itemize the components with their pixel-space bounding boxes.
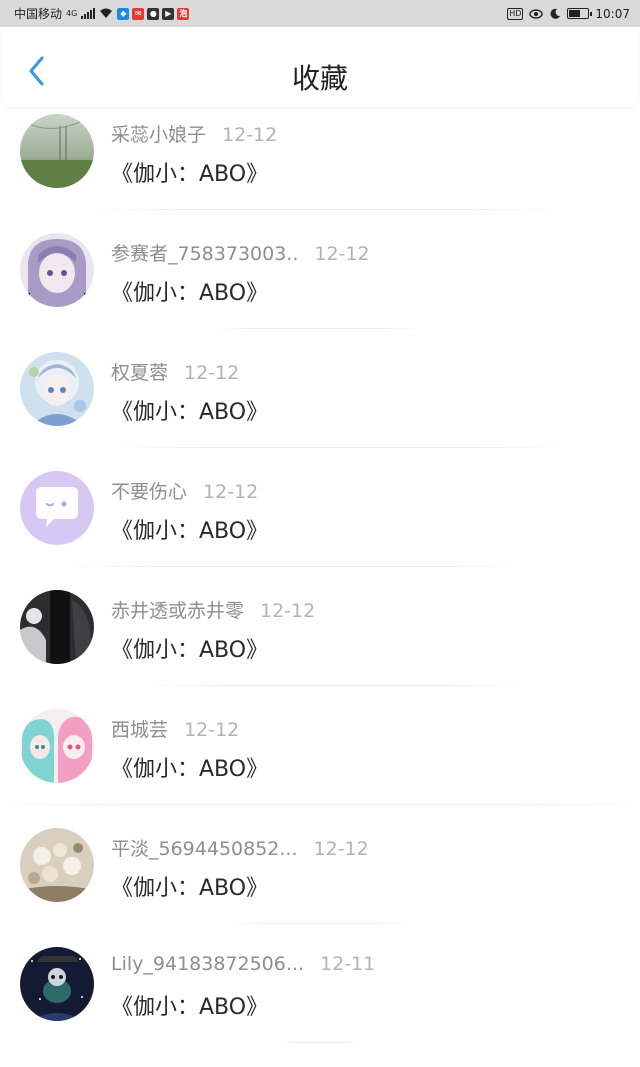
favorite-date: 12-12: [203, 481, 259, 503]
status-bar: 中国移动 4G ◆ ✉ ● ▶ 泡 HD 10:07: [0, 0, 640, 27]
red-app-icon: ✉: [132, 7, 145, 20]
username: 权夏蓉: [111, 362, 169, 384]
username: 西城芸: [111, 719, 169, 741]
item-meta: 不要伤心 12-12: [111, 477, 258, 504]
item-meta: 权夏蓉 12-12: [111, 358, 239, 385]
book-title[interactable]: 《伽小：ABO》: [111, 989, 268, 1021]
page-title: 收藏: [291, 62, 348, 95]
favorite-date: 12-12: [260, 600, 316, 622]
row-divider: [230, 923, 410, 924]
favorite-date: 12-12: [313, 838, 369, 860]
favorite-date: 12-11: [319, 953, 376, 975]
book-title[interactable]: 《伽小：ABO》: [111, 156, 268, 188]
moon-icon: [549, 8, 561, 20]
username: Lily_94183872506...: [111, 953, 304, 975]
shield-app-icon: ◆: [117, 7, 130, 20]
user-avatar[interactable]: [20, 352, 94, 426]
row-divider: [70, 566, 520, 567]
book-title[interactable]: 《伽小：ABO》: [111, 275, 268, 307]
network-label: 4G: [66, 9, 78, 18]
row-divider: [90, 209, 560, 210]
favorite-list-item[interactable]: 参赛者_758373003.. 12-12 《伽小：ABO》: [0, 227, 640, 346]
row-divider: [280, 1042, 360, 1043]
favorites-list: 采蕊小娘子 12-12 《伽小：ABO》 参赛者_758373003.. 12-12 《伽…: [0, 108, 640, 1060]
user-avatar[interactable]: [20, 590, 94, 664]
favorite-date: 12-12: [314, 243, 370, 265]
favorite-list-item[interactable]: 权夏蓉 12-12 《伽小：ABO》: [0, 346, 640, 465]
wifi-icon: [99, 8, 113, 19]
username: 不要伤心: [111, 481, 188, 503]
signal-icon: [81, 8, 96, 19]
item-meta: 采蕊小娘子 12-12: [111, 120, 277, 147]
status-app-icons: ◆ ✉ ● ▶ 泡: [117, 7, 190, 20]
item-meta: 赤井透或赤井零 12-12: [111, 596, 315, 623]
hd-badge: HD: [507, 7, 524, 20]
wechat-icon: ●: [147, 7, 160, 20]
favorite-date: 12-12: [184, 719, 240, 741]
partial-avatar: [38, 956, 78, 962]
clock-time: 10:07: [595, 6, 630, 21]
user-avatar[interactable]: [20, 114, 94, 188]
status-left: 中国移动 4G ◆ ✉ ● ▶ 泡: [14, 5, 190, 22]
favorite-date: 12-12: [222, 124, 278, 146]
username: 平淡_5694450852...: [111, 838, 298, 860]
book-title[interactable]: 《伽小：ABO》: [111, 513, 268, 545]
user-avatar[interactable]: [20, 709, 94, 783]
row-divider: [120, 447, 560, 448]
favorite-list-item[interactable]: 西城芸 12-12 《伽小：ABO》: [0, 703, 640, 822]
dark-app-icon: ▶: [162, 7, 175, 20]
user-avatar[interactable]: [20, 828, 94, 902]
username: 采蕊小娘子: [111, 124, 207, 146]
username: 赤井透或赤井零: [111, 600, 245, 622]
item-meta: 西城芸 12-12: [111, 715, 239, 742]
status-right: HD 10:07: [507, 7, 630, 21]
navigation-header: 收藏: [2, 27, 638, 107]
book-title[interactable]: 《伽小：ABO》: [111, 870, 268, 902]
favorite-date: 12-12: [184, 362, 240, 384]
item-meta: 参赛者_758373003.. 12-12: [111, 239, 370, 266]
user-avatar[interactable]: [20, 471, 94, 545]
orange-app-icon: 泡: [177, 7, 190, 20]
row-divider: [0, 804, 640, 805]
item-meta: 平淡_5694450852... 12-12: [111, 834, 369, 861]
favorite-list-item[interactable]: 平淡_5694450852... 12-12 《伽小：ABO》: [0, 822, 640, 941]
battery-icon: [567, 8, 593, 19]
favorite-list-item[interactable]: 采蕊小娘子 12-12 《伽小：ABO》: [0, 108, 640, 227]
item-meta: Lily_94183872506... 12-11: [111, 953, 375, 975]
favorite-list-item[interactable]: 赤井透或赤井零 12-12 《伽小：ABO》: [0, 584, 640, 703]
book-title[interactable]: 《伽小：ABO》: [111, 632, 268, 664]
row-divider: [150, 685, 520, 686]
user-avatar[interactable]: [20, 233, 94, 307]
favorite-list-item[interactable]: 不要伤心 12-12 《伽小：ABO》: [0, 465, 640, 584]
favorite-list-item[interactable]: Lily_94183872506... 12-11 《伽小：ABO》: [0, 941, 640, 1060]
eye-icon: [529, 8, 544, 19]
carrier-label: 中国移动: [14, 7, 63, 21]
book-title[interactable]: 《伽小：ABO》: [111, 394, 268, 426]
book-title[interactable]: 《伽小：ABO》: [111, 751, 268, 783]
row-divider: [216, 328, 420, 329]
username: 参赛者_758373003..: [111, 243, 299, 265]
